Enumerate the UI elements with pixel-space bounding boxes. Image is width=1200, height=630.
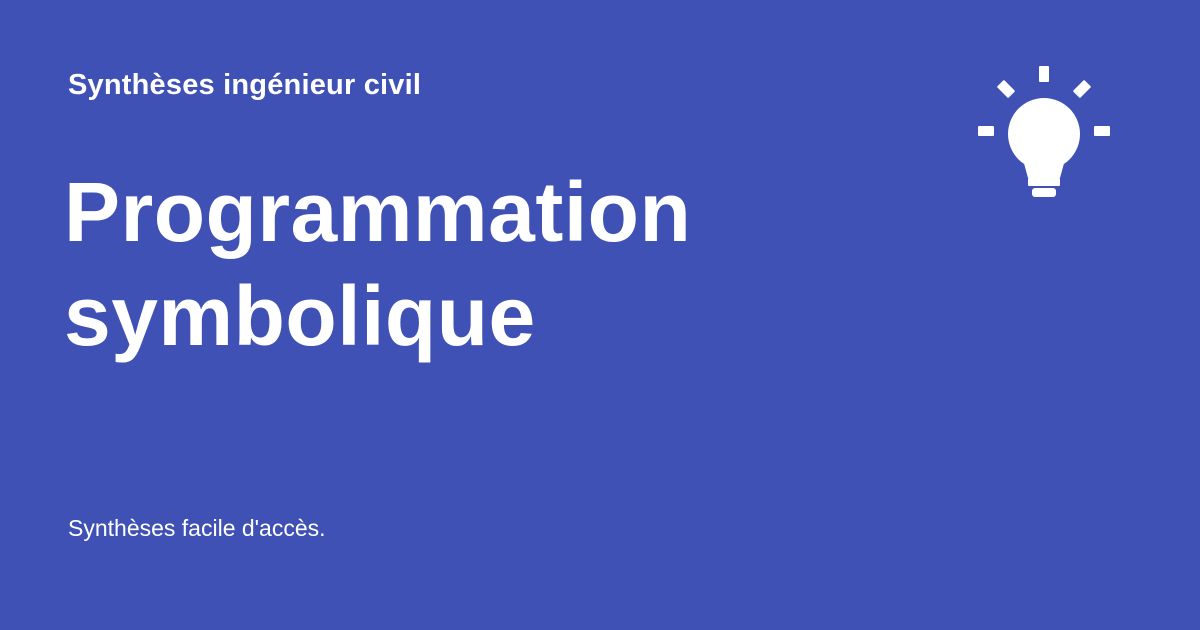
site-name: Synthèses ingénieur civil <box>68 69 422 101</box>
page-title: Programmation symbolique <box>64 165 692 364</box>
lightbulb-icon <box>978 66 1110 197</box>
tagline: Synthèses facile d'accès. <box>68 515 326 541</box>
share-card: Synthèses ingénieur civil Programmation … <box>0 0 1200 630</box>
